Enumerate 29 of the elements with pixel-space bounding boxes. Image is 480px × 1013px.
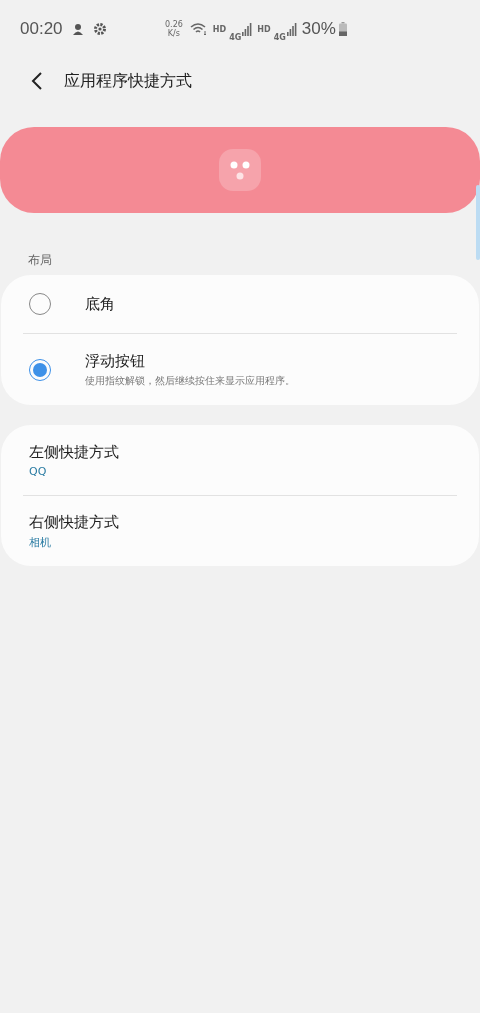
hd-label: HD: [212, 24, 227, 34]
section-label: 布局: [28, 252, 52, 269]
layout-option[interactable]: 浮动按钮 使用指纹解锁，然后继续按住来显示应用程序。: [23, 334, 457, 405]
signal-icon: [242, 22, 253, 36]
option-label: 浮动按钮: [85, 351, 146, 371]
shortcut-title: 右侧快捷方式: [29, 512, 120, 532]
shortcut-value: 相机: [29, 534, 52, 550]
layout-option[interactable]: 底角: [23, 275, 457, 333]
network-label: 4G: [229, 32, 242, 42]
option-label: 底角: [85, 294, 115, 314]
speed-value: 0.26: [165, 20, 183, 29]
shortcut-title: 左侧快捷方式: [29, 442, 120, 462]
battery-percent: 30%: [301, 19, 336, 39]
shortcut-item[interactable]: 右侧快捷方式 相机: [23, 496, 457, 566]
page-title: 应用程序快捷方式: [64, 70, 192, 92]
signal-icon: [286, 22, 297, 36]
hd-label: HD: [257, 24, 271, 34]
shortcut-value: QQ: [29, 464, 48, 478]
battery-icon: [338, 22, 347, 36]
option-description: 使用指纹解锁，然后继续按住来显示应用程序。: [85, 373, 295, 388]
floating-button-icon: [219, 149, 261, 191]
back-icon: [30, 71, 44, 91]
speed-unit: K/s: [167, 29, 180, 38]
settings-icon: [92, 22, 107, 36]
status-time: 00:20: [20, 19, 63, 39]
person-icon: [70, 22, 85, 36]
wifi-icon: [189, 22, 208, 36]
shortcut-item[interactable]: 左侧快捷方式 QQ: [23, 425, 457, 495]
network-label: 4G: [273, 32, 286, 42]
